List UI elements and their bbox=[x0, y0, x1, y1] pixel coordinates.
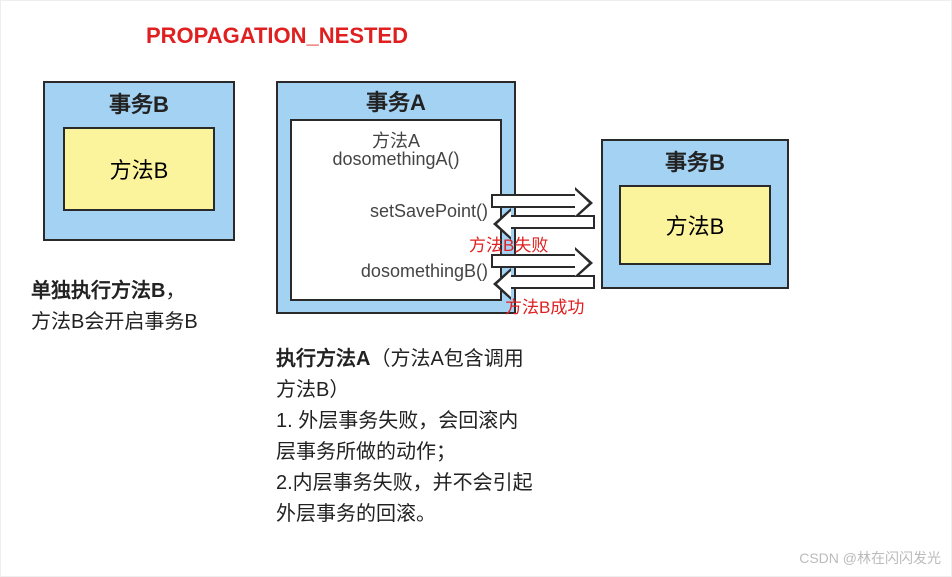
diagram-canvas: PROPAGATION_NESTED 事务B 方法B 单独执行方法B， 方法B会… bbox=[0, 0, 952, 577]
dosomethingA-label: dosomethingA() bbox=[292, 149, 500, 170]
left-caption-bold: 单独执行方法B bbox=[31, 280, 165, 302]
transaction-b-left-box: 事务B 方法B bbox=[43, 81, 235, 241]
arrow-fail-return bbox=[509, 215, 595, 229]
transaction-b-right-header: 事务B bbox=[603, 141, 787, 183]
transaction-a-box: 事务A 方法A dosomethingA() setSavePoint() do… bbox=[276, 81, 516, 314]
transaction-b-right-box: 事务B 方法B bbox=[601, 139, 789, 289]
center-caption-rest: （方法A包含调用方法B） 1. 外层事务失败，会回滚内层事务所做的动作； 2.内… bbox=[276, 348, 533, 525]
method-b-left-label: 方法B bbox=[110, 153, 169, 185]
setSavePoint-label: setSavePoint() bbox=[292, 201, 500, 222]
center-caption-bold: 执行方法A bbox=[276, 348, 370, 370]
transaction-b-left-header: 事务B bbox=[45, 83, 233, 125]
center-caption: 执行方法A（方法A包含调用方法B） 1. 外层事务失败，会回滚内层事务所做的动作… bbox=[276, 344, 536, 530]
method-b-right-label: 方法B bbox=[666, 209, 725, 241]
watermark: CSDN @林在闪闪发光 bbox=[799, 548, 941, 568]
method-b-left-box: 方法B bbox=[63, 127, 215, 211]
method-b-right-box: 方法B bbox=[619, 185, 771, 265]
arrow-success-return bbox=[509, 275, 595, 289]
arrow-to-b-top bbox=[491, 194, 577, 208]
arrow-to-b-bottom bbox=[491, 254, 577, 268]
left-caption: 单独执行方法B， 方法B会开启事务B bbox=[31, 276, 241, 338]
transaction-a-header: 事务A bbox=[278, 83, 514, 119]
dosomethingB-label: dosomethingB() bbox=[292, 261, 500, 282]
diagram-title: PROPAGATION_NESTED bbox=[146, 23, 408, 49]
success-label: 方法B成功 bbox=[505, 293, 584, 318]
transaction-a-inner: 方法A dosomethingA() setSavePoint() dosome… bbox=[290, 119, 502, 301]
